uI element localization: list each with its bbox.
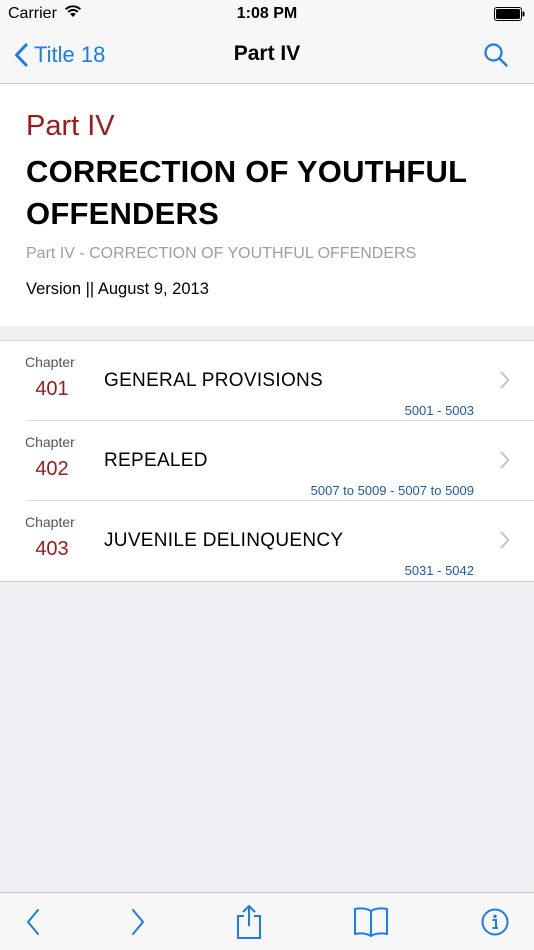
section-range: 5007 to 5009 - 5007 to 5009 [310, 483, 474, 498]
battery-icon [494, 7, 525, 26]
forward-arrow-icon [132, 908, 144, 935]
clock: 1:08 PM [236, 5, 298, 22]
navigation-bar: Title 18 Part IV [0, 28, 534, 84]
bottom-toolbar [0, 892, 534, 950]
bookmarks-icon [354, 906, 388, 937]
back-arrow-icon [27, 908, 39, 935]
share-icon [237, 904, 261, 939]
nav-title: Part IV [233, 42, 301, 65]
section-range: 5031 - 5042 [404, 563, 474, 578]
back-page-button[interactable] [12, 893, 54, 950]
part-label: Part IV [26, 110, 115, 142]
chapter-number: 402 [35, 458, 69, 480]
chevron-right-icon [500, 531, 510, 549]
chapter-label: Chapter [25, 434, 75, 450]
part-heading: CORRECTION OF YOUTHFUL OFFENDERS [26, 154, 467, 231]
chapter-title: REPEALED [104, 450, 208, 471]
chapter-title: GENERAL PROVISIONS [104, 370, 324, 391]
chapter-row[interactable]: Chapter 402 REPEALED 5007 to 5009 - 5007… [0, 420, 534, 501]
chapter-number: 401 [35, 378, 69, 400]
info-button[interactable] [474, 893, 516, 950]
part-header: Part IV CORRECTION OF YOUTHFUL OFFENDERS… [0, 84, 534, 326]
bookmarks-button[interactable] [346, 893, 396, 950]
chapter-label: Chapter [25, 514, 75, 530]
chapter-label: Chapter [25, 354, 75, 370]
search-button[interactable] [483, 42, 509, 73]
part-subtitle: Part IV - CORRECTION OF YOUTHFUL OFFENDE… [26, 245, 417, 262]
section-range: 5001 - 5003 [404, 403, 474, 418]
info-icon [481, 908, 509, 935]
chapter-number: 403 [35, 538, 69, 560]
chapter-row[interactable]: Chapter 403 JUVENILE DELINQUENCY 5031 - … [0, 500, 534, 581]
chevron-right-icon [500, 451, 510, 469]
version-label: Version || August 9, 2013 [26, 280, 209, 298]
chapter-title: JUVENILE DELINQUENCY [104, 530, 344, 551]
chevron-right-icon [500, 371, 510, 389]
status-bar: Carrier 1:08 PM [0, 0, 534, 28]
forward-page-button[interactable] [117, 893, 159, 950]
search-icon [484, 43, 508, 67]
chapter-row[interactable]: Chapter 401 GENERAL PROVISIONS 5001 - 50… [0, 341, 534, 421]
chapter-list: Chapter 401 GENERAL PROVISIONS 5001 - 50… [0, 340, 534, 582]
share-button[interactable] [228, 893, 270, 950]
